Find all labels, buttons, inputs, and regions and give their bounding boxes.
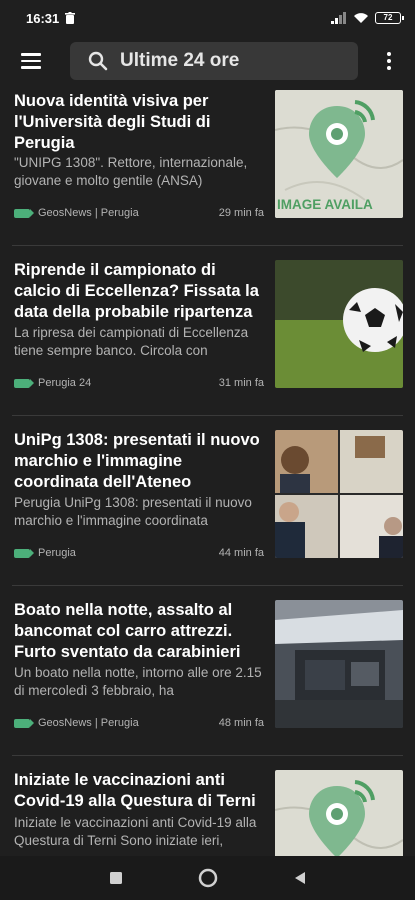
article-thumbnail xyxy=(275,770,403,856)
recents-button[interactable] xyxy=(101,863,131,893)
article-meta: Perugia 44 min fa xyxy=(14,547,264,559)
placeholder-map-image: IMAGE AVAILA xyxy=(275,90,403,218)
search-label: Ultime 24 ore xyxy=(120,50,240,71)
hamburger-icon xyxy=(21,53,41,56)
back-button[interactable] xyxy=(285,863,315,893)
article-meta: GeosNews | Perugia 48 min fa xyxy=(14,717,264,729)
circle-icon xyxy=(198,868,217,888)
article-title: Boato nella notte, assalto al bancomat c… xyxy=(14,601,241,661)
status-right: 72 xyxy=(331,12,404,24)
wifi-icon xyxy=(354,13,368,23)
article-time: 44 min fa xyxy=(218,547,264,559)
signal-icon xyxy=(331,12,346,24)
article-thumbnail xyxy=(275,600,403,728)
image-available-text: IMAGE AVAILA xyxy=(277,197,373,212)
article-thumbnail xyxy=(275,430,403,558)
article-source: Perugia xyxy=(38,547,76,559)
status-bar: 16:31 72 xyxy=(0,0,415,36)
battery-icon: 72 xyxy=(375,12,404,24)
article-card[interactable]: Riprende il campionato di calcio di Ecce… xyxy=(12,246,403,416)
source-tag-icon xyxy=(14,208,34,218)
article-snippet: Perugia UniPg 1308: presentati il nuovo … xyxy=(14,495,252,528)
system-nav-bar xyxy=(0,856,415,900)
hamburger-line xyxy=(21,59,41,63)
article-title: UniPg 1308: presentati il nuovo marchio … xyxy=(14,431,260,491)
article-title: Nuova identità visiva per l'Università d… xyxy=(14,92,211,152)
square-icon xyxy=(109,872,122,884)
soccer-ball-image xyxy=(275,260,403,388)
news-feed[interactable]: Nuova identità visiva per l'Università d… xyxy=(0,88,415,856)
article-title: Riprende il campionato di calcio di Ecce… xyxy=(14,261,259,321)
status-left: 16:31 xyxy=(26,10,76,26)
article-meta: Perugia 24 31 min fa xyxy=(14,377,264,389)
article-source: GeosNews | Perugia xyxy=(38,717,139,729)
article-card[interactable]: Nuova identità visiva per l'Università d… xyxy=(12,88,403,246)
article-time: 48 min fa xyxy=(218,717,264,729)
hamburger-line xyxy=(21,66,41,69)
trash-icon xyxy=(65,12,76,24)
menu-button[interactable] xyxy=(12,42,50,80)
search-icon xyxy=(88,51,108,71)
article-card[interactable]: UniPg 1308: presentati il nuovo marchio … xyxy=(12,416,403,586)
source-tag-icon xyxy=(14,718,34,728)
article-snippet: "UNIPG 1308". Rettore, internazionale, g… xyxy=(14,155,248,188)
more-vert-icon xyxy=(387,52,391,56)
more-options-button[interactable] xyxy=(377,42,401,80)
back-triangle-icon xyxy=(294,872,305,884)
video-call-image xyxy=(275,430,403,558)
search-bar[interactable]: Ultime 24 ore xyxy=(70,42,358,80)
article-snippet: Iniziate le vaccinazioni anti Covid-19 a… xyxy=(14,815,257,848)
source-tag-icon xyxy=(14,378,34,388)
article-time: 29 min fa xyxy=(218,207,264,219)
article-time: 31 min fa xyxy=(218,377,264,389)
article-source: Perugia 24 xyxy=(38,377,92,389)
article-thumbnail: IMAGE AVAILA xyxy=(275,90,403,218)
article-snippet: La ripresa dei campionati di Eccellenza … xyxy=(14,325,249,358)
more-dot xyxy=(387,59,391,63)
more-dot xyxy=(387,66,391,70)
article-snippet: Un boato nella notte, intorno alle ore 2… xyxy=(14,665,262,698)
source-tag-icon xyxy=(14,548,34,558)
article-thumbnail xyxy=(275,260,403,388)
article-meta: GeosNews | Perugia 29 min fa xyxy=(14,207,264,219)
app-bar: Ultime 24 ore xyxy=(0,40,415,82)
placeholder-map-image xyxy=(275,770,403,856)
status-time: 16:31 xyxy=(26,10,60,26)
article-title: Iniziate le vaccinazioni anti Covid-19 a… xyxy=(14,771,256,810)
article-card[interactable]: Boato nella notte, assalto al bancomat c… xyxy=(12,586,403,756)
home-button[interactable] xyxy=(193,863,223,893)
article-card[interactable]: Iniziate le vaccinazioni anti Covid-19 a… xyxy=(12,756,403,856)
tow-truck-image xyxy=(275,600,403,728)
article-source: GeosNews | Perugia xyxy=(38,207,139,219)
